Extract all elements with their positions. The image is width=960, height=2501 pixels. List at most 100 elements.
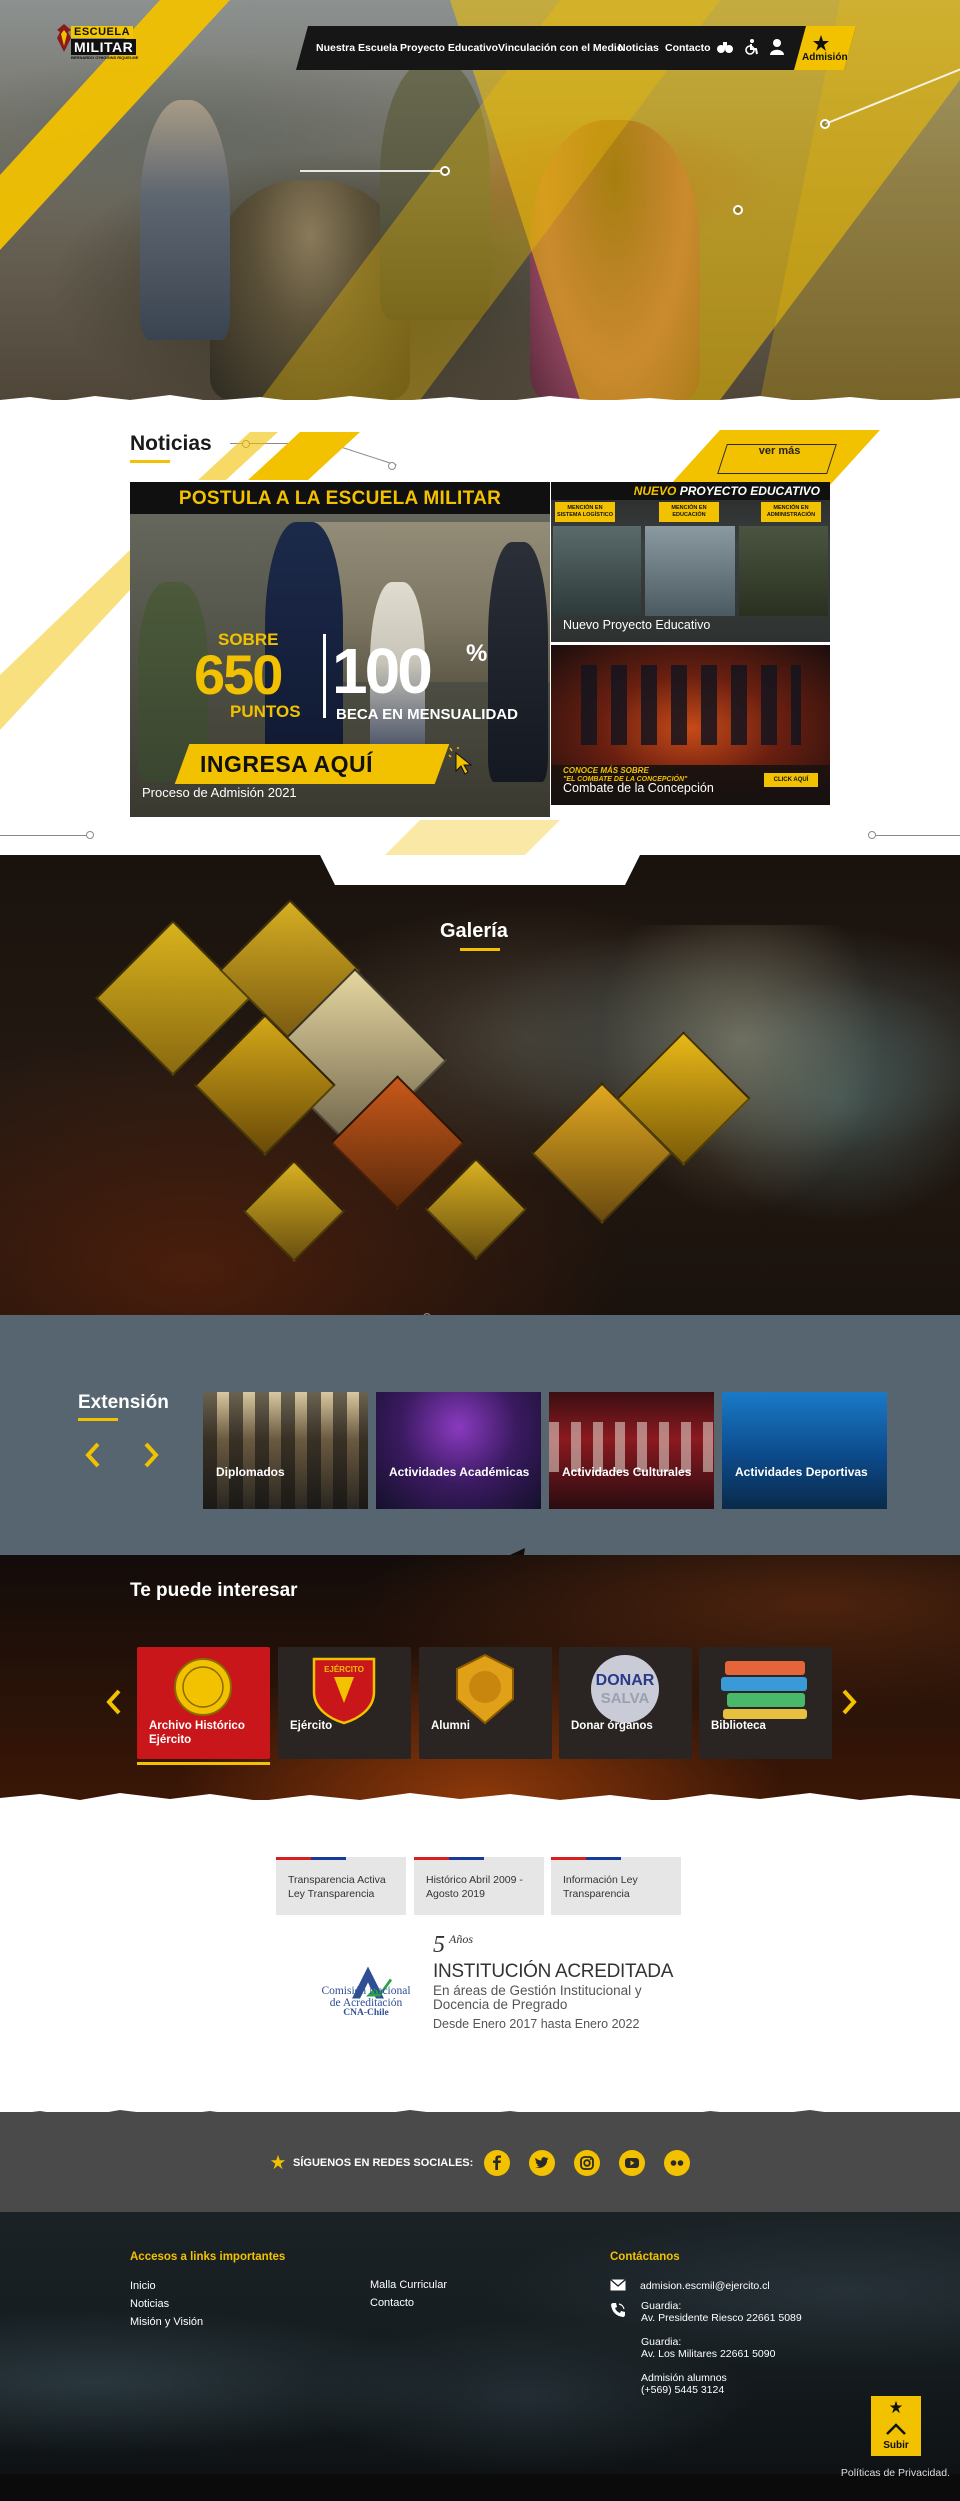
footer-link-contacto[interactable]: Contacto [370, 2297, 414, 2309]
accessibility-icon[interactable] [742, 38, 760, 56]
extension-card-diplomados[interactable]: Diplomados [203, 1392, 368, 1509]
footer-guardia1: Av. Presidente Riesco 22661 5089 [641, 2312, 802, 2324]
deco-dot [868, 831, 876, 839]
info-card-label: Transparencia Activa Ley Transparencia [288, 1874, 386, 1900]
footer-link-malla[interactable]: Malla Curricular [370, 2279, 447, 2291]
interes-card-archivo[interactable]: Archivo Histórico Ejército [137, 1647, 270, 1759]
gallery-image[interactable] [425, 1158, 527, 1260]
footer-contact-heading: Contáctanos [610, 2251, 680, 2263]
chevron-right-icon[interactable] [838, 1688, 860, 1716]
card-photo-overlay [203, 1392, 368, 1509]
feature-points: 650 [194, 643, 283, 706]
footer-email[interactable]: admision.escmil@ejercito.cl [640, 2280, 770, 2292]
footer-link-noticias[interactable]: Noticias [130, 2298, 169, 2310]
extension-card-deportivas[interactable]: Actividades Deportivas [722, 1392, 887, 1509]
side1-header-proyecto: PROYECTO EDUCATIVO [679, 484, 820, 498]
subir-button[interactable]: Subir [871, 2396, 921, 2456]
title-underline [78, 1418, 118, 1421]
star-icon [813, 35, 829, 51]
privacy-link[interactable]: Políticas de Privacidad. [841, 2467, 950, 2479]
feature-photo-cadet4 [488, 542, 548, 782]
feature-banner-text: POSTULA A LA ESCUELA MILITAR [178, 488, 502, 509]
side1-tag: MENCIÓN EN ADMINISTRACIÓN [761, 502, 821, 522]
phone-icon [611, 2303, 625, 2317]
cursor-icon [448, 747, 473, 775]
interes-active-indicator [137, 1762, 270, 1765]
side2-caption: Combate de la Concepción [563, 781, 714, 795]
flickr-icon[interactable] [664, 2150, 690, 2176]
news-card-proyecto-educativo[interactable]: NUEVO PROYECTO EDUCATIVO MENCIÓN EN SIST… [551, 482, 830, 642]
interes-card-alumni[interactable]: Alumni [419, 1647, 552, 1759]
interes-card-ejercito[interactable]: EJÉRCITO Ejército [278, 1647, 411, 1759]
interes-card-label: Donar órganos [571, 1720, 653, 1732]
star-icon [889, 2400, 903, 2414]
info-link-historico[interactable]: Histórico Abril 2009 - Agosto 2019 [414, 1857, 544, 1915]
nav-noticias[interactable]: Noticias [618, 42, 659, 54]
info-card-label: Información Ley Transparencia [563, 1874, 638, 1900]
extension-card-label: Diplomados [216, 1465, 285, 1479]
facebook-icon[interactable] [484, 2150, 510, 2176]
shield-text: EJÉRCITO [324, 1665, 364, 1674]
ver-mas-button[interactable]: ver más [717, 444, 837, 474]
footer-link-inicio[interactable]: Inicio [130, 2280, 156, 2292]
info-link-transparencia-activa[interactable]: Transparencia Activa Ley Transparencia [276, 1857, 406, 1915]
interesar-title: Te puede interesar [130, 1580, 298, 1601]
feature-puntos: PUNTOS [230, 702, 301, 721]
hero-banner: ESCUELA MILITAR BERNARDO O'HIGGINS RIQUE… [0, 0, 960, 400]
chevron-right-icon[interactable] [138, 1440, 164, 1470]
interesar-torn-edge [0, 1793, 960, 1812]
info-card-accent [551, 1857, 621, 1860]
nav-admision[interactable]: Admisión [802, 52, 848, 63]
footer-guardia1-label: Guardia: [641, 2300, 682, 2312]
binoculars-icon[interactable] [716, 38, 734, 56]
user-icon[interactable] [768, 38, 786, 56]
side2-click-aqui[interactable]: CLICK AQUÍ [764, 773, 818, 787]
acreditacion-years-label: Años [449, 1932, 473, 1946]
chevron-left-icon[interactable] [80, 1440, 106, 1470]
interes-card-biblioteca[interactable]: Biblioteca [699, 1647, 832, 1759]
interes-card-label: Archivo Histórico Ejército [149, 1720, 245, 1746]
youtube-icon[interactable] [619, 2150, 645, 2176]
title-underline [460, 948, 500, 951]
acreditacion-years: 5 [433, 1932, 445, 1958]
nav-vinculacion[interactable]: Vinculación con el Medio [498, 42, 623, 54]
subir-label: Subir [883, 2440, 909, 2451]
interes-card-label: Ejército [290, 1720, 333, 1732]
deco-dot [86, 831, 94, 839]
alumni-medal-icon [456, 1653, 514, 1725]
news-card-combate-concepcion[interactable]: CONOCE MÁS SOBRE "EL COMBATE DE LA CONCE… [551, 645, 830, 805]
side1-header-text: NUEVO PROYECTO EDUCATIVO [634, 484, 820, 498]
chevron-left-icon[interactable] [103, 1688, 125, 1716]
acreditacion-areas: En áreas de Gestión Institucional y [433, 1983, 642, 1998]
extension-card-academicas[interactable]: Actividades Académicas [376, 1392, 541, 1509]
extension-card-label: Actividades Académicas [389, 1465, 529, 1480]
info-card-label: Histórico Abril 2009 - Agosto 2019 [426, 1874, 523, 1900]
interes-card-donar[interactable]: DONAR SALVA Donar órganos [559, 1647, 692, 1759]
info-link-ley-transparencia[interactable]: Información Ley Transparencia [551, 1857, 681, 1915]
logo[interactable]: ESCUELA MILITAR BERNARDO O'HIGGINS RIQUE… [55, 20, 150, 60]
extension-card-culturales[interactable]: Actividades Culturales [549, 1392, 714, 1509]
feature-cta[interactable]: INGRESA AQUÍ [200, 751, 373, 778]
nav-proyecto-educativo[interactable]: Proyecto Educativo [400, 42, 498, 54]
extension-card-label-text: Actividades Académicas [389, 1465, 530, 1479]
books-icon [721, 1661, 807, 1719]
side1-photo-2 [645, 526, 735, 616]
footer-guardia2: Av. Los Militares 22661 5090 [641, 2348, 776, 2360]
feature-beca-percent: 100 [332, 635, 433, 707]
acreditacion-areas: Docencia de Pregrado [433, 1997, 568, 2012]
news-feature-admision[interactable]: POSTULA A LA ESCUELA MILITAR SOBRE 650 P… [130, 482, 550, 817]
main-nav: Nuestra Escuela Proyecto Educativo Vincu… [296, 26, 856, 70]
footer-link-mision[interactable]: Misión y Visión [130, 2316, 203, 2328]
donar-text: DONAR [596, 1672, 655, 1689]
cna-short: CNA-Chile [343, 2008, 389, 2018]
twitter-icon[interactable] [529, 2150, 555, 2176]
extension-card-label: Actividades Culturales [562, 1465, 692, 1479]
instagram-icon[interactable] [574, 2150, 600, 2176]
footer-guardia2-label: Guardia: [641, 2336, 682, 2348]
nav-nuestra-escuela[interactable]: Nuestra Escuela [316, 42, 398, 54]
footer-admision-phone: (+569) 5445 3124 [641, 2384, 725, 2396]
nav-contacto[interactable]: Contacto [665, 42, 711, 54]
gallery-image[interactable] [243, 1160, 345, 1262]
social-label: SÍGUENOS EN REDES SOCIALES: [293, 2157, 474, 2169]
acreditacion-title: INSTITUCIÓN ACREDITADA [433, 1961, 674, 1982]
